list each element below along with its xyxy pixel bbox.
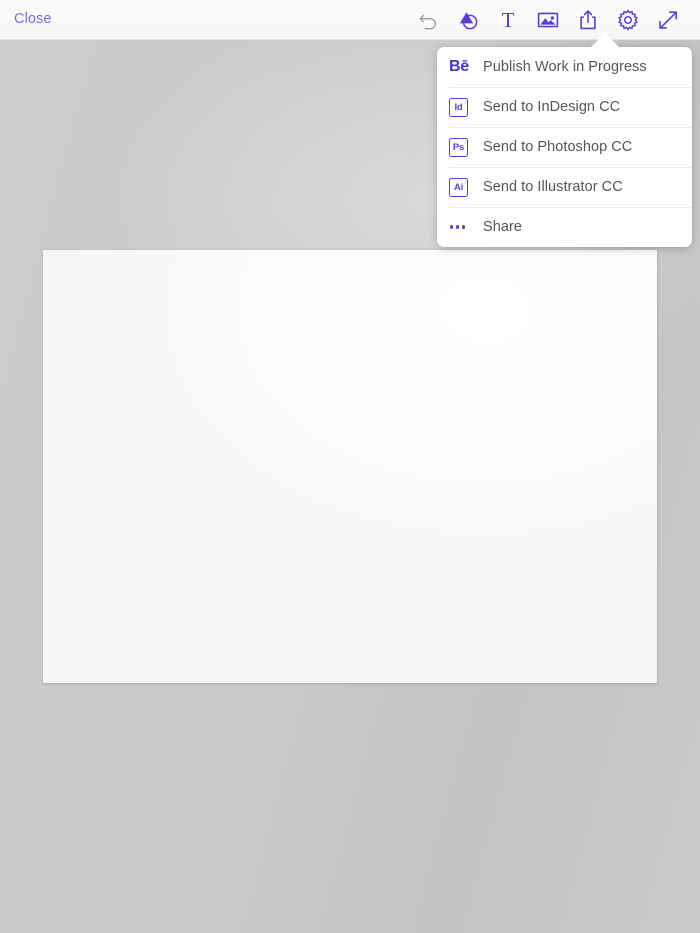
shapes-icon[interactable] bbox=[448, 0, 488, 40]
menu-item-send-to-photoshop[interactable]: Ps Send to Photoshop CC bbox=[437, 127, 692, 167]
menu-item-publish-work-in-progress[interactable]: Bē Publish Work in Progress bbox=[437, 47, 692, 87]
indesign-icon: Id bbox=[449, 97, 483, 117]
svg-text:T: T bbox=[502, 8, 515, 32]
photoshop-badge-text: Ps bbox=[449, 137, 468, 157]
illustrator-badge-text: Ai bbox=[449, 177, 468, 197]
close-button[interactable]: Close bbox=[14, 12, 52, 27]
photoshop-icon: Ps bbox=[449, 137, 483, 157]
text-icon[interactable]: T bbox=[488, 0, 528, 40]
share-menu: Bē Publish Work in Progress Id Send to I… bbox=[437, 47, 692, 247]
menu-item-label: Send to Illustrator CC bbox=[483, 178, 623, 195]
menu-item-send-to-illustrator[interactable]: Ai Send to Illustrator CC bbox=[437, 167, 692, 207]
toolbar-icon-group: T bbox=[408, 0, 688, 40]
image-icon[interactable] bbox=[528, 0, 568, 40]
expand-icon[interactable] bbox=[648, 0, 688, 40]
app-root: Close T Bē Publish Work in Progress Id S… bbox=[0, 0, 700, 933]
undo-icon[interactable] bbox=[408, 0, 448, 40]
menu-item-label: Send to InDesign CC bbox=[483, 98, 621, 115]
artboard-canvas[interactable] bbox=[43, 250, 657, 683]
menu-item-share[interactable]: Share bbox=[437, 207, 692, 247]
share-menu-caret bbox=[590, 33, 620, 48]
menu-item-label: Send to Photoshop CC bbox=[483, 138, 633, 155]
menu-item-send-to-indesign[interactable]: Id Send to InDesign CC bbox=[437, 87, 692, 127]
behance-icon: Bē bbox=[449, 58, 469, 75]
indesign-badge-text: Id bbox=[449, 97, 468, 117]
menu-item-label: Share bbox=[483, 218, 522, 235]
illustrator-icon: Ai bbox=[449, 177, 483, 197]
more-dots-icon bbox=[449, 225, 483, 229]
menu-item-label: Publish Work in Progress bbox=[483, 58, 647, 75]
